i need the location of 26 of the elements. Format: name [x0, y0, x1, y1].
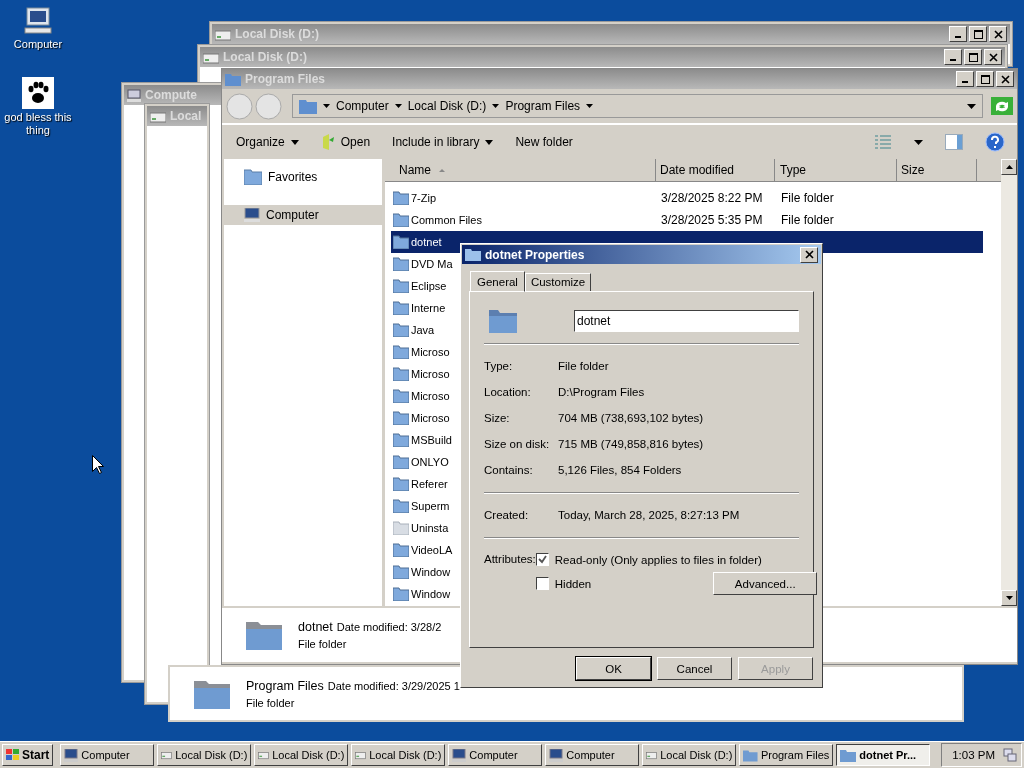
property-value: D:\Program Files	[558, 386, 645, 398]
property-label: Location:	[484, 386, 532, 398]
checkbox-label: Hidden	[554, 577, 592, 590]
property-value: 5,126 Files, 854 Folders	[558, 464, 682, 476]
date-modified: Date modified: 3/29/2025 1	[327, 679, 460, 692]
property-label: Size on disk:	[484, 438, 551, 450]
property-label: Type:	[484, 360, 514, 372]
window-title: Program Files	[245, 72, 326, 86]
window-title: Local Disk (D:)	[223, 50, 307, 64]
file-type: File folder	[246, 696, 296, 709]
window-title: Local	[170, 109, 202, 123]
property-value: 715 MB (749,858,816 bytes)	[558, 438, 704, 450]
window-title: Local Disk (D:)	[235, 27, 319, 41]
file-type: File folder	[298, 638, 348, 650]
date-modified: Date modified: 3/28/2	[336, 621, 442, 633]
file-name: dotnet	[298, 620, 333, 634]
property-value: Today, March 28, 2025, 8:27:13 PM	[558, 509, 740, 521]
property-value: 704 MB (738,693,102 bytes)	[558, 412, 704, 424]
property-label: Size:	[484, 412, 511, 424]
window-title: Compute	[145, 88, 197, 102]
file-name: Program Files	[246, 678, 324, 693]
property-label: Created:	[484, 509, 530, 521]
property-label: Contains:	[484, 464, 534, 476]
checkbox-label: Read-only (Only applies to files in folder)	[554, 553, 762, 566]
property-value: File folder	[558, 360, 609, 372]
property-label: Attributes:	[484, 553, 536, 567]
